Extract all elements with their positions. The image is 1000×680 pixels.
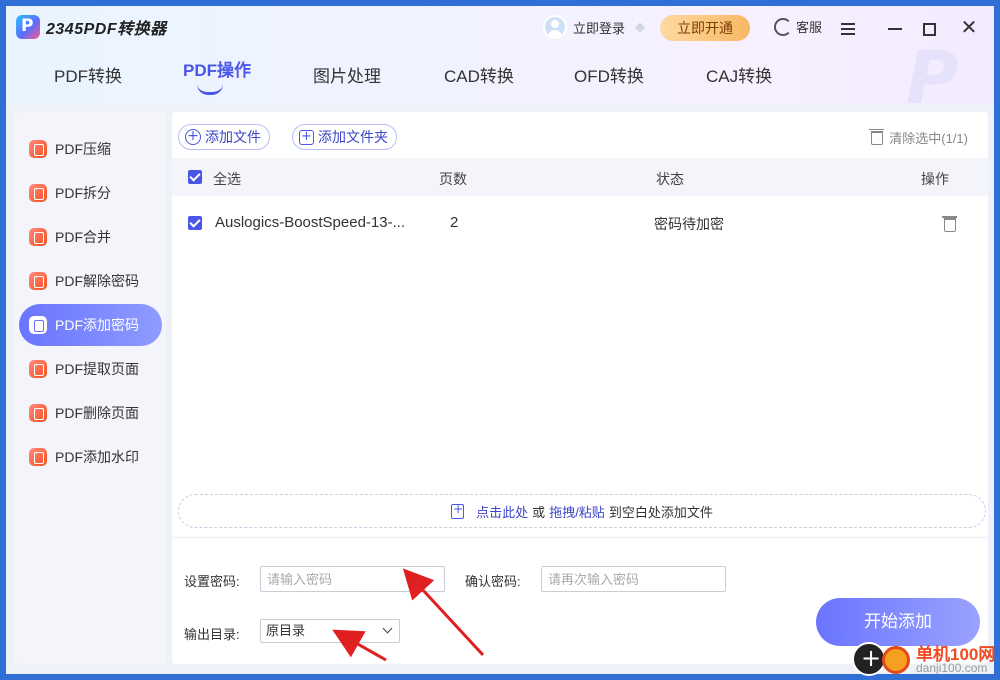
- add-document-icon: [451, 502, 465, 519]
- lock-icon: [29, 316, 47, 334]
- drop-zone-hint: 到空白处添加文件: [608, 504, 713, 520]
- table-row: Auslogics-BoostSpeed-13-... 2 密码待加密: [172, 204, 988, 244]
- add-folder-button[interactable]: + 添加文件夹: [292, 124, 397, 150]
- trash-icon: [869, 128, 885, 145]
- confirm-password-label: 确认密码:: [465, 574, 521, 589]
- extract-icon: [29, 360, 47, 378]
- chevron-down-icon: [382, 623, 393, 634]
- sidebar: PDF压缩 PDF拆分 PDF合并 PDF解除密码 PDF添加密码 PDF提取页…: [13, 112, 166, 664]
- background-logo-icon: P: [906, 36, 959, 120]
- output-dir-label: 输出目录:: [184, 627, 240, 642]
- password-label: 设置密码:: [184, 574, 240, 589]
- tab-pdf-operations[interactable]: PDF操作: [183, 56, 251, 95]
- file-name: Auslogics-BoostSpeed-13-...: [215, 214, 406, 231]
- site-logo-icon: [852, 642, 886, 676]
- minimize-icon[interactable]: [882, 15, 908, 41]
- page-count: 2: [450, 214, 459, 231]
- sidebar-item-label: PDF提取页面: [55, 361, 139, 377]
- delete-row-icon[interactable]: [942, 216, 957, 232]
- main-tabs: PDF转换 PDF操作 图片处理 CAD转换 OFD转换 CAJ转换: [6, 50, 806, 104]
- tab-cad-convert[interactable]: CAD转换: [444, 62, 514, 87]
- headset-icon: [774, 17, 792, 36]
- vip-open-button[interactable]: 立即开通: [660, 15, 750, 41]
- menu-icon[interactable]: [835, 15, 861, 41]
- sidebar-item-label: PDF拆分: [55, 185, 111, 201]
- status-header: 状态: [656, 171, 684, 187]
- app-title: 2345PDF转换器: [46, 21, 167, 38]
- sidebar-item-split[interactable]: PDF拆分: [19, 172, 162, 214]
- sidebar-item-compress[interactable]: PDF压缩: [19, 128, 162, 170]
- row-checkbox[interactable]: [188, 216, 202, 230]
- title-bar: 2345PDF转换器 立即登录 ◆ 立即开通 客服 ✕ P PDF转换 PDF操…: [6, 6, 994, 120]
- login-link[interactable]: 立即登录: [573, 18, 625, 37]
- unlock-icon: [29, 272, 47, 290]
- clear-selected-label: 清除选中(1/1): [889, 131, 968, 146]
- tab-ofd-convert[interactable]: OFD转换: [574, 62, 644, 87]
- stamp-icon: [29, 448, 47, 466]
- plus-circle-icon: +: [185, 129, 201, 145]
- add-file-label: 添加文件: [205, 129, 261, 145]
- app-logo: 2345PDF转换器: [16, 15, 167, 39]
- tab-caj-convert[interactable]: CAJ转换: [706, 62, 772, 87]
- select-all-checkbox[interactable]: [188, 170, 202, 184]
- drop-zone[interactable]: 点击此处或拖拽/粘贴到空白处添加文件: [178, 494, 986, 528]
- diamond-icon: ◆: [635, 19, 646, 34]
- pages-header: 页数: [439, 171, 467, 187]
- clear-selected-button[interactable]: 清除选中(1/1): [869, 128, 968, 147]
- sidebar-item-extract-pages[interactable]: PDF提取页面: [19, 348, 162, 390]
- sidebar-item-merge[interactable]: PDF合并: [19, 216, 162, 258]
- file-status: 密码待加密: [654, 216, 724, 232]
- sidebar-item-remove-password[interactable]: PDF解除密码: [19, 260, 162, 302]
- select-all-label: 全选: [213, 171, 241, 187]
- sidebar-item-delete-pages[interactable]: PDF删除页面: [19, 392, 162, 434]
- sidebar-item-label: PDF添加水印: [55, 449, 139, 465]
- app-logo-icon: [16, 15, 40, 39]
- password-input[interactable]: [260, 566, 445, 592]
- add-folder-label: 添加文件夹: [318, 129, 388, 145]
- sidebar-item-add-password[interactable]: PDF添加密码: [19, 304, 162, 346]
- drag-paste-link[interactable]: 拖拽/粘贴: [549, 502, 605, 521]
- site-logo-dot-icon: [882, 646, 910, 674]
- customer-service-label: 客服: [796, 20, 823, 35]
- table-header: 全选 页数 状态 操作: [172, 158, 988, 196]
- sidebar-item-label: PDF删除页面: [55, 405, 139, 421]
- merge-icon: [29, 228, 47, 246]
- output-dir-value: 原目录: [266, 623, 306, 638]
- login-area[interactable]: 立即登录 ◆: [543, 15, 645, 39]
- sidebar-item-label: PDF解除密码: [55, 273, 139, 289]
- site-url: danji100.com: [916, 661, 988, 675]
- split-icon: [29, 184, 47, 202]
- output-dir-select[interactable]: 原目录: [260, 619, 400, 643]
- avatar[interactable]: [543, 15, 567, 39]
- sidebar-item-label: PDF压缩: [55, 141, 111, 157]
- site-watermark: 单机100网 danji100.com: [850, 640, 1000, 680]
- delete-page-icon: [29, 404, 47, 422]
- actions-header: 操作: [921, 171, 949, 187]
- confirm-password-input[interactable]: [541, 566, 726, 592]
- sidebar-item-label: PDF合并: [55, 229, 111, 245]
- start-add-button[interactable]: 开始添加: [816, 598, 980, 646]
- compress-icon: [29, 140, 47, 158]
- tab-pdf-convert[interactable]: PDF转换: [54, 62, 122, 87]
- app-window: 2345PDF转换器 立即登录 ◆ 立即开通 客服 ✕ P PDF转换 PDF操…: [6, 6, 994, 674]
- drop-zone-or: 或: [532, 504, 546, 520]
- add-file-button[interactable]: + 添加文件: [178, 124, 270, 150]
- sidebar-item-label: PDF添加密码: [55, 317, 139, 333]
- customer-service-button[interactable]: 客服: [774, 17, 822, 36]
- plus-square-icon: +: [299, 129, 314, 145]
- click-here-link[interactable]: 点击此处: [476, 502, 528, 521]
- sidebar-item-add-watermark[interactable]: PDF添加水印: [19, 436, 162, 478]
- content-area: PDF压缩 PDF拆分 PDF合并 PDF解除密码 PDF添加密码 PDF提取页…: [6, 104, 994, 674]
- main-panel: + 添加文件 + 添加文件夹 清除选中(1/1) 全选 页数 状态 操作 Aus…: [172, 112, 988, 664]
- tab-image-processing[interactable]: 图片处理: [313, 62, 381, 87]
